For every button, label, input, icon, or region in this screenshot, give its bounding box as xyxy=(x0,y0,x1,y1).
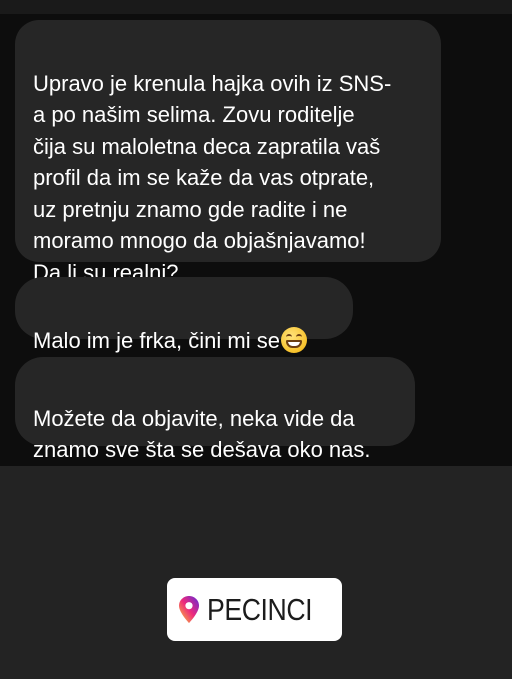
message-bubble: Možete da objavite, neka vide da znamo s… xyxy=(15,357,415,462)
chat-top-edge xyxy=(0,0,512,14)
story-screen: Upravo je krenula hajka ovih iz SNS- a p… xyxy=(0,0,512,679)
message-text: Malo im je frka, čini mi se xyxy=(33,327,280,353)
grinning-face-with-smiling-eyes-icon xyxy=(280,326,307,353)
message-text: Možete da objavite, neka vide da znamo s… xyxy=(33,405,371,463)
message-text: Upravo je krenula hajka ovih iz SNS- a p… xyxy=(33,70,392,285)
message-bubble: Upravo je krenula hajka ovih iz SNS- a p… xyxy=(15,20,441,285)
location-label: PECINCI xyxy=(207,592,313,627)
message-bubble: Malo im je frka, čini mi se xyxy=(15,277,353,353)
location-sticker[interactable]: PECINCI xyxy=(167,578,342,641)
chat-screenshot: Upravo je krenula hajka ovih iz SNS- a p… xyxy=(0,0,512,466)
location-pin-icon xyxy=(179,596,199,623)
